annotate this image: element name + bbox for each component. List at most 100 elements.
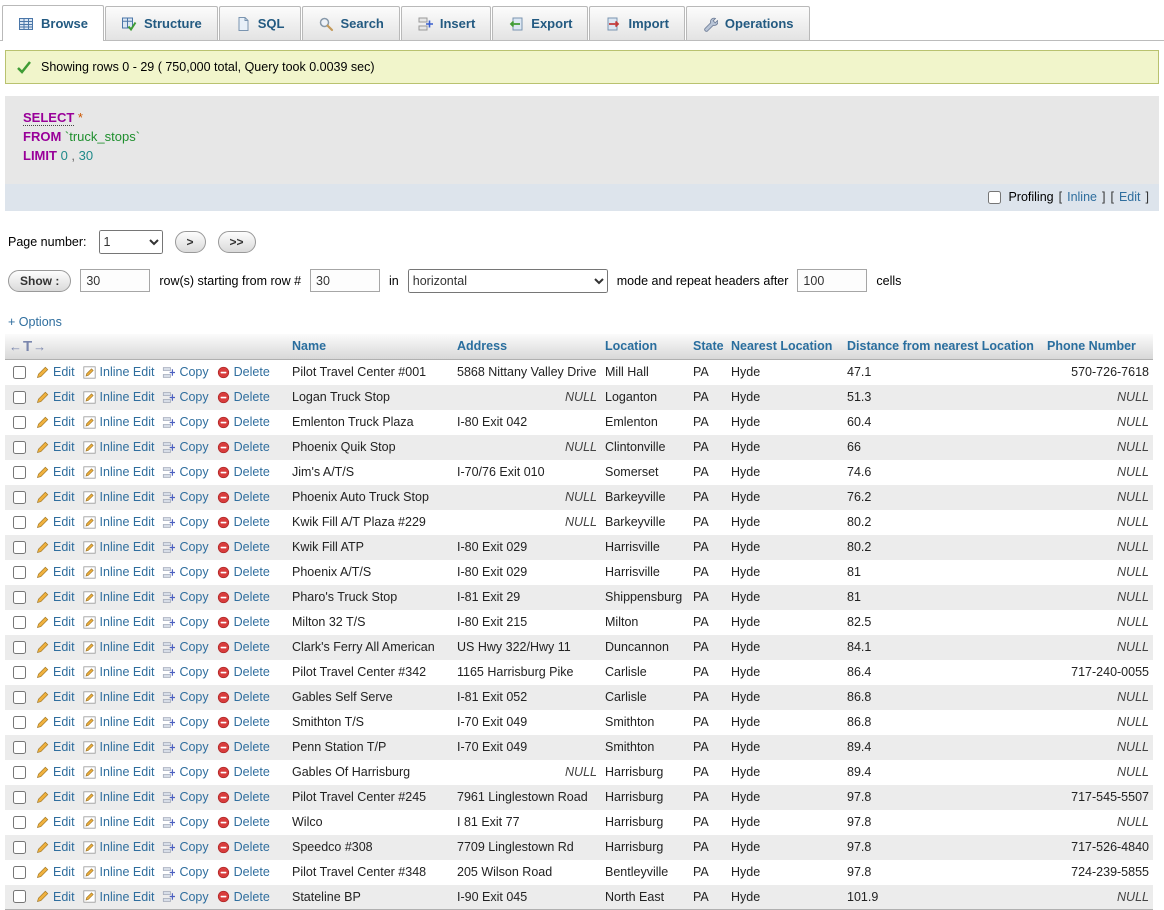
edit-link[interactable]: Edit [53, 515, 75, 529]
edit-link[interactable]: Edit [53, 665, 75, 679]
inline-edit-link[interactable]: Inline Edit [100, 565, 155, 579]
row-checkbox[interactable] [13, 465, 26, 479]
delete-link[interactable]: Delete [234, 640, 270, 654]
inline-edit-link[interactable]: Inline Edit [100, 615, 155, 629]
edit-link[interactable]: Edit [53, 390, 75, 404]
row-checkbox[interactable] [13, 490, 26, 504]
delete-link[interactable]: Delete [234, 565, 270, 579]
row-checkbox[interactable] [13, 415, 26, 429]
tab-insert[interactable]: Insert [400, 6, 492, 40]
delete-link[interactable]: Delete [234, 365, 270, 379]
column-header-address[interactable]: Address [453, 333, 601, 361]
inline-edit-link[interactable]: Inline Edit [100, 540, 155, 554]
show-button[interactable]: Show : [8, 269, 72, 292]
inline-edit-link[interactable]: Inline Edit [100, 690, 155, 704]
row-checkbox[interactable] [13, 590, 26, 604]
inline-edit-link[interactable]: Inline Edit [100, 590, 155, 604]
delete-link[interactable]: Delete [234, 690, 270, 704]
delete-link[interactable]: Delete [234, 865, 270, 879]
delete-link[interactable]: Delete [234, 540, 270, 554]
column-header-location[interactable]: Location [601, 333, 689, 361]
delete-link[interactable]: Delete [234, 765, 270, 779]
profiling-checkbox[interactable] [988, 190, 1002, 204]
last-page-button[interactable]: >> [217, 230, 256, 253]
edit-link[interactable]: Edit [53, 415, 75, 429]
delete-link[interactable]: Delete [234, 490, 270, 504]
row-checkbox[interactable] [13, 615, 26, 629]
row-count-input[interactable] [80, 269, 151, 293]
copy-link[interactable]: Copy [179, 590, 208, 604]
edit-link[interactable]: Edit [53, 490, 75, 504]
row-checkbox[interactable] [13, 690, 26, 704]
column-header-phone[interactable]: Phone Number [1043, 333, 1153, 361]
edit-link[interactable]: Edit [53, 365, 75, 379]
copy-link[interactable]: Copy [179, 465, 208, 479]
edit-link[interactable]: Edit [53, 815, 75, 829]
copy-link[interactable]: Copy [179, 415, 208, 429]
delete-link[interactable]: Delete [234, 790, 270, 804]
edit-link[interactable]: Edit [53, 465, 75, 479]
edit-link[interactable]: Edit [53, 690, 75, 704]
copy-link[interactable]: Copy [179, 365, 208, 379]
copy-link[interactable]: Copy [179, 840, 208, 854]
row-checkbox[interactable] [13, 640, 26, 654]
edit-link[interactable]: Edit [53, 715, 75, 729]
inline-edit-link[interactable]: Inline Edit [100, 840, 155, 854]
row-checkbox[interactable] [13, 790, 26, 804]
delete-link[interactable]: Delete [234, 440, 270, 454]
inline-edit-link[interactable]: Inline Edit [100, 490, 155, 504]
tab-export[interactable]: Export [492, 6, 589, 40]
display-mode-select[interactable]: horizontal [407, 268, 608, 293]
row-checkbox[interactable] [13, 765, 26, 779]
delete-link[interactable]: Delete [234, 740, 270, 754]
delete-link[interactable]: Delete [234, 615, 270, 629]
copy-link[interactable]: Copy [179, 665, 208, 679]
inline-edit-link[interactable]: Inline Edit [100, 365, 155, 379]
copy-link[interactable]: Copy [179, 740, 208, 754]
inline-edit-link[interactable]: Inline Edit [100, 765, 155, 779]
inline-edit-link[interactable]: Inline Edit [100, 465, 155, 479]
delete-link[interactable]: Delete [234, 665, 270, 679]
edit-link[interactable]: Edit [53, 590, 75, 604]
delete-link[interactable]: Delete [234, 390, 270, 404]
delete-link[interactable]: Delete [234, 590, 270, 604]
column-header-nearest-location[interactable]: Nearest Location [727, 333, 843, 361]
inline-edit-link[interactable]: Inline Edit [100, 665, 155, 679]
inline-edit-link[interactable]: Inline Edit [100, 865, 155, 879]
row-checkbox[interactable] [13, 390, 26, 404]
row-checkbox[interactable] [13, 540, 26, 554]
tab-operations[interactable]: Operations [685, 6, 810, 40]
edit-link[interactable]: Edit [53, 615, 75, 629]
edit-link[interactable]: Edit [53, 440, 75, 454]
row-checkbox[interactable] [13, 515, 26, 529]
copy-link[interactable]: Copy [179, 390, 208, 404]
tab-search[interactable]: Search [301, 6, 400, 40]
edit-query-link[interactable]: Edit [1119, 190, 1141, 204]
copy-link[interactable]: Copy [179, 615, 208, 629]
delete-link[interactable]: Delete [234, 840, 270, 854]
edit-link[interactable]: Edit [53, 865, 75, 879]
edit-link[interactable]: Edit [53, 565, 75, 579]
row-checkbox[interactable] [13, 565, 26, 579]
inline-edit-link[interactable]: Inline Edit [100, 515, 155, 529]
inline-edit-link[interactable]: Inline Edit [100, 440, 155, 454]
copy-link[interactable]: Copy [179, 765, 208, 779]
delete-link[interactable]: Delete [234, 515, 270, 529]
edit-link[interactable]: Edit [53, 765, 75, 779]
row-checkbox[interactable] [13, 665, 26, 679]
tab-structure[interactable]: Structure [104, 6, 218, 40]
row-checkbox[interactable] [13, 365, 26, 379]
delete-link[interactable]: Delete [234, 465, 270, 479]
left-arrow-icon[interactable]: ← [9, 339, 23, 354]
inline-edit-link[interactable]: Inline Edit [100, 415, 155, 429]
inline-link[interactable]: Inline [1067, 190, 1097, 204]
copy-link[interactable]: Copy [179, 540, 208, 554]
edit-link[interactable]: Edit [53, 790, 75, 804]
right-arrow-icon[interactable]: → [33, 339, 47, 354]
inline-edit-link[interactable]: Inline Edit [100, 715, 155, 729]
options-toggle-link[interactable]: + Options [8, 315, 62, 329]
column-header-distance[interactable]: Distance from nearest Location [843, 333, 1043, 361]
inline-edit-link[interactable]: Inline Edit [100, 740, 155, 754]
copy-link[interactable]: Copy [179, 690, 208, 704]
row-checkbox[interactable] [13, 715, 26, 729]
